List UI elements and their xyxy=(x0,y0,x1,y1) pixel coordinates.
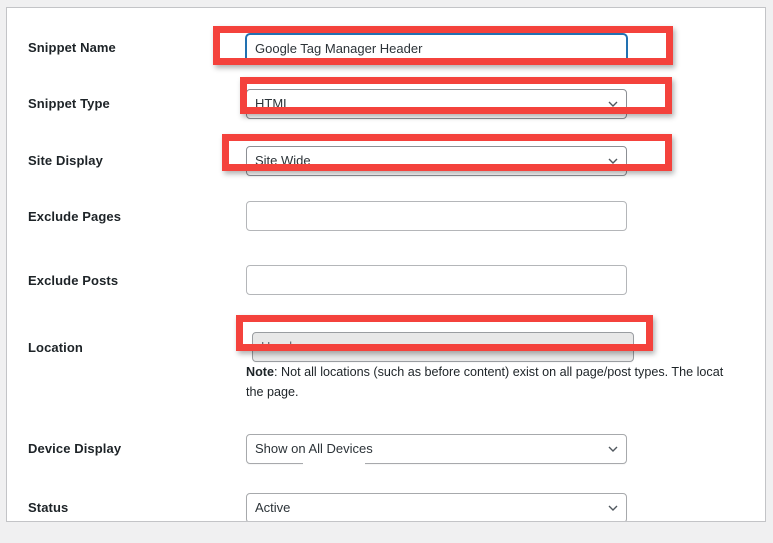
snippet-type-value: HTML xyxy=(255,96,291,111)
label-status: Status xyxy=(28,500,69,515)
note-line-2: the page. xyxy=(246,385,299,399)
render-gap-artifact xyxy=(303,456,365,488)
note-prefix: Note xyxy=(246,365,274,379)
site-display-value: Site Wide xyxy=(255,153,311,168)
snippet-name-input[interactable]: Google Tag Manager Header xyxy=(246,34,627,64)
chevron-down-icon xyxy=(608,156,618,165)
render-gap-artifact xyxy=(303,516,365,521)
location-note: Note: Not all locations (such as before … xyxy=(246,362,765,402)
exclude-posts-input[interactable] xyxy=(246,265,627,295)
location-select[interactable]: Header xyxy=(252,332,634,362)
label-device-display: Device Display xyxy=(28,441,122,456)
label-exclude-pages: Exclude Pages xyxy=(28,209,122,224)
chevron-down-icon xyxy=(615,342,625,351)
chevron-down-icon xyxy=(608,444,618,453)
status-value: Active xyxy=(255,500,291,515)
chevron-down-icon xyxy=(608,503,618,512)
device-display-value: Show on All Devices xyxy=(255,441,373,456)
chevron-down-icon xyxy=(608,99,618,108)
label-snippet-name: Snippet Name xyxy=(28,40,116,55)
label-snippet-type: Snippet Type xyxy=(28,96,110,111)
exclude-pages-input[interactable] xyxy=(246,201,627,231)
site-display-select[interactable]: Site Wide xyxy=(246,146,627,176)
label-location: Location xyxy=(28,340,83,355)
label-exclude-posts: Exclude Posts xyxy=(28,273,119,288)
note-line-1: : Not all locations (such as before cont… xyxy=(274,365,724,379)
location-value: Header xyxy=(261,339,304,354)
label-site-display: Site Display xyxy=(28,153,103,168)
snippet-settings-card: Snippet Name Google Tag Manager Header S… xyxy=(6,7,766,522)
snippet-type-select[interactable]: HTML xyxy=(246,89,627,119)
